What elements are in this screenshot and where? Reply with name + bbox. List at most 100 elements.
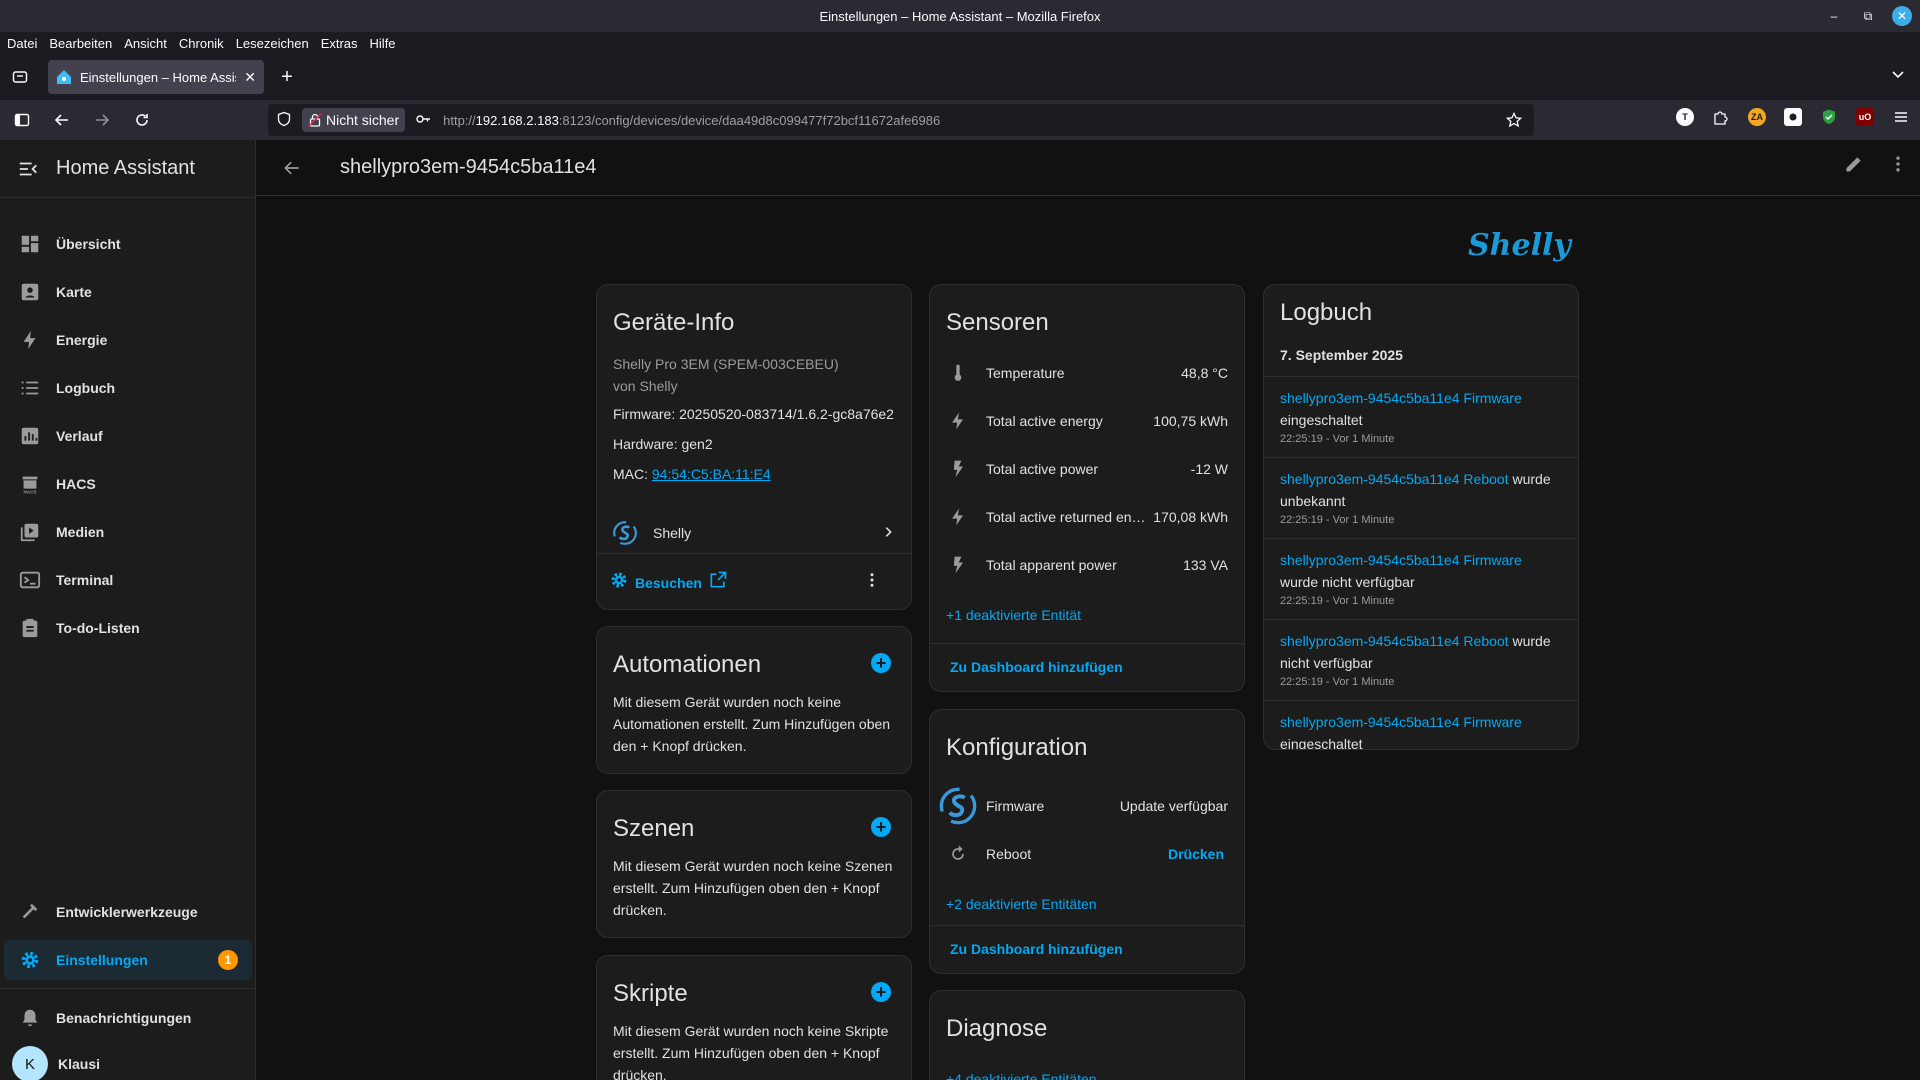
browser-tab[interactable]: Einstellungen – Home Assist ✕	[48, 60, 264, 94]
reboot-press-button[interactable]: Drücken	[1168, 846, 1244, 862]
firmware-label: Firmware	[986, 798, 1045, 814]
not-secure-label: Nicht sicher	[326, 112, 400, 128]
url-bar[interactable]: Nicht sicher http://192.168.2.183:8123/c…	[268, 104, 1534, 136]
sidebar-item-label: Energie	[56, 332, 108, 348]
shield-icon[interactable]	[276, 111, 292, 130]
sidebar-item-media[interactable]: Medien	[4, 512, 252, 552]
sensor-row-total-apparent-power[interactable]: Total apparent power 133 VA	[930, 541, 1244, 589]
entity-link[interactable]: shellypro3em-9454c5ba11e4 Reboot	[1280, 471, 1509, 487]
menu-hilfe[interactable]: Hilfe	[370, 36, 402, 51]
sidebar-divider	[0, 988, 256, 989]
disabled-entities-link[interactable]: +1 deaktivierte Entität	[946, 607, 1081, 623]
more-vertical-icon[interactable]	[1888, 154, 1908, 179]
back-arrow-icon[interactable]	[256, 158, 328, 178]
bookmark-star-icon[interactable]	[1505, 111, 1523, 131]
logbook-entry: shellypro3em-9454c5ba11e4 Reboot wurde n…	[1264, 619, 1578, 700]
entity-link[interactable]: shellypro3em-9454c5ba11e4 Reboot	[1280, 633, 1509, 649]
reload-icon[interactable]	[124, 104, 160, 136]
sidebar-collapse-icon[interactable]	[0, 158, 56, 180]
forward-icon[interactable]	[84, 104, 120, 136]
pencil-icon[interactable]	[1844, 154, 1864, 179]
sidebar-item-overview[interactable]: Übersicht	[4, 224, 252, 264]
svg-text:HACS: HACS	[24, 490, 37, 495]
sidebar-item-settings[interactable]: Einstellungen 1	[4, 940, 252, 980]
lightning-icon	[930, 507, 986, 527]
minimize-icon[interactable]: –	[1824, 6, 1844, 26]
menu-ansicht[interactable]: Ansicht	[124, 36, 173, 51]
shelly-logo-text: Shelly	[1468, 228, 1571, 263]
disabled-entities-link[interactable]: +2 deaktivierte Entitäten	[946, 896, 1097, 912]
visit-button[interactable]: Besuchen	[609, 570, 728, 595]
menu-datei[interactable]: Datei	[7, 36, 43, 51]
entity-link[interactable]: shellypro3em-9454c5ba11e4 Firmware	[1280, 552, 1522, 568]
tab-title: Einstellungen – Home Assist	[80, 69, 237, 85]
add-script-button[interactable]: +	[871, 982, 891, 1002]
gear-icon	[609, 570, 629, 595]
sidebar-title: Home Assistant	[56, 157, 195, 179]
extension-za-icon[interactable]: ZA	[1748, 108, 1766, 126]
firmware-row[interactable]: Firmware Update verfügbar	[930, 782, 1244, 830]
new-tab-icon[interactable]: +	[270, 60, 304, 94]
not-secure-badge[interactable]: Nicht sicher	[302, 108, 406, 132]
firefox-view-icon[interactable]	[0, 54, 40, 100]
sidebar-item-developer-tools[interactable]: Entwicklerwerkzeuge	[4, 892, 252, 932]
restart-icon	[930, 844, 986, 864]
menu-chronik[interactable]: Chronik	[179, 36, 230, 51]
close-tab-icon[interactable]: ✕	[244, 69, 256, 86]
extensions-puzzle-icon[interactable]	[1712, 108, 1730, 126]
add-scene-button[interactable]: +	[871, 817, 891, 837]
sidebar-item-label: Logbuch	[56, 380, 116, 396]
extension-shield-icon[interactable]	[1820, 108, 1838, 126]
sensor-row-temperature[interactable]: Temperature 48,8 °C	[930, 349, 1244, 397]
flash-icon	[930, 459, 986, 479]
scenes-empty-text: Mit diesem Gerät wurden noch keine Szene…	[613, 858, 893, 918]
add-to-dashboard-button[interactable]: Zu Dashboard hinzufügen	[950, 941, 1123, 957]
back-icon[interactable]	[44, 104, 80, 136]
sidebar-toggle-icon[interactable]	[4, 104, 40, 136]
menu-bearbeiten[interactable]: Bearbeiten	[49, 36, 118, 51]
sidebar-item-hacs[interactable]: HACS HACS	[4, 464, 252, 504]
card-divider	[597, 553, 911, 554]
sensor-row-total-active-energy[interactable]: Total active energy 100,75 kWh	[930, 397, 1244, 445]
more-vertical-icon[interactable]	[863, 571, 881, 594]
disabled-entities-link[interactable]: +4 deaktivierte Entitäten	[946, 1071, 1097, 1080]
maximize-icon[interactable]: ⧉	[1858, 6, 1878, 26]
permissions-key-icon[interactable]	[415, 111, 431, 130]
sidebar-item-history[interactable]: Verlauf	[4, 416, 252, 456]
ublock-origin-icon[interactable]: uO	[1856, 108, 1874, 126]
add-automation-button[interactable]: +	[871, 653, 891, 673]
sensor-value: 48,8 °C	[1181, 365, 1228, 381]
logbook-date: 7. September 2025	[1280, 347, 1403, 363]
list-icon	[4, 377, 56, 399]
extension-t-icon[interactable]: T	[1676, 108, 1694, 126]
chevron-down-icon[interactable]	[1890, 66, 1906, 87]
hamburger-menu-icon[interactable]	[1892, 108, 1910, 126]
extension-box-icon[interactable]	[1784, 108, 1802, 126]
user-name: Klausi	[58, 1056, 101, 1072]
integration-row[interactable]: Shelly	[597, 509, 911, 557]
sensor-row-total-active-returned-energy[interactable]: Total active returned energy 170,08 kWh	[930, 493, 1244, 541]
lightning-icon	[4, 329, 56, 351]
add-to-dashboard-button[interactable]: Zu Dashboard hinzufügen	[950, 659, 1123, 675]
card-title: Skripte	[613, 980, 688, 1007]
sidebar-item-user[interactable]: K Klausi	[4, 1042, 252, 1080]
sidebar-item-todo[interactable]: To-do-Listen	[4, 608, 252, 648]
navigation-bar: Nicht sicher http://192.168.2.183:8123/c…	[0, 100, 1920, 140]
card-divider	[930, 925, 1244, 926]
menu-extras[interactable]: Extras	[321, 36, 364, 51]
sidebar-item-terminal[interactable]: Terminal	[4, 560, 252, 600]
mac-link[interactable]: 94:54:C5:BA:11:E4	[652, 466, 771, 482]
sensor-name: Total active power	[986, 461, 1099, 477]
sensor-value: 170,08 kWh	[1153, 509, 1228, 525]
sidebar-item-map[interactable]: Karte	[4, 272, 252, 312]
sidebar-item-energy[interactable]: Energie	[4, 320, 252, 360]
entity-link[interactable]: shellypro3em-9454c5ba11e4 Firmware	[1280, 714, 1522, 730]
device-hardware: Hardware: gen2	[613, 436, 713, 452]
sidebar-item-logbook[interactable]: Logbuch	[4, 368, 252, 408]
menu-lesezeichen[interactable]: Lesezeichen	[236, 36, 315, 51]
sensor-row-total-active-power[interactable]: Total active power -12 W	[930, 445, 1244, 493]
extension-t-label: T	[1682, 112, 1688, 122]
close-icon[interactable]: ✕	[1892, 6, 1912, 26]
entity-link[interactable]: shellypro3em-9454c5ba11e4 Firmware	[1280, 390, 1522, 406]
sidebar-item-notifications[interactable]: Benachrichtigungen	[4, 998, 252, 1038]
